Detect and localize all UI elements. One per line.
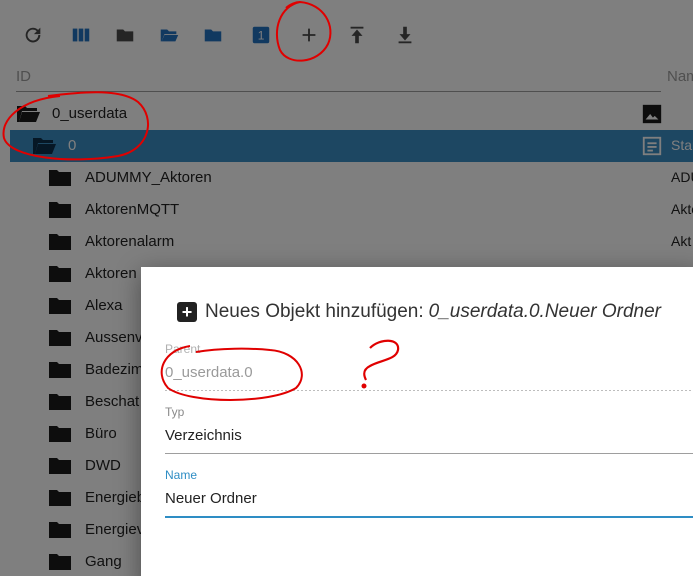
name-field[interactable]: Name: [165, 468, 693, 518]
screenshot: 1 ID Nam 0_userdata 0: [0, 0, 693, 576]
type-underline: [165, 453, 693, 454]
parent-field: Parent 0_userdata.0: [165, 342, 693, 391]
dialog-title-path: 0_userdata.0.Neuer Ordner: [428, 301, 662, 322]
name-label: Name: [165, 468, 198, 482]
add-object-dialog: + Neues Objekt hinzufügen: 0_userdata.0.…: [141, 267, 693, 576]
type-label: Typ: [165, 405, 185, 419]
parent-value: 0_userdata.0: [165, 364, 253, 381]
type-field[interactable]: Typ Verzeichnis: [165, 405, 693, 454]
type-value[interactable]: Verzeichnis: [165, 427, 693, 447]
dialog-title-text: Neues Objekt hinzufügen:: [205, 301, 424, 322]
parent-underline: [165, 390, 693, 391]
plus-box-icon: +: [177, 302, 197, 322]
name-underline: [165, 516, 693, 518]
dialog-title: + Neues Objekt hinzufügen: 0_userdata.0.…: [177, 301, 661, 323]
parent-label: Parent: [165, 342, 201, 356]
name-input[interactable]: [165, 490, 693, 507]
